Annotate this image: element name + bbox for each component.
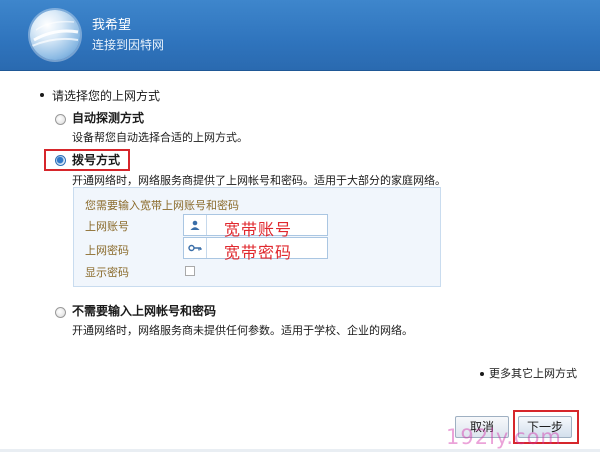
account-label: 上网账号 — [85, 220, 129, 233]
password-value: 宽带密码 — [224, 243, 293, 262]
globe-icon — [30, 10, 80, 60]
option-dialup-label[interactable]: 拨号方式 — [72, 151, 120, 168]
header-title: 我希望 — [92, 18, 132, 33]
option-no-credentials-description: 开通网络时，网络服务商未提供任何参数。适用于学校、企业的网络。 — [72, 324, 413, 337]
more-methods-link[interactable]: 更多其它上网方式 — [480, 365, 577, 381]
dialup-panel-title: 您需要输入宽带上网账号和密码 — [85, 199, 239, 212]
option-auto-detect-label[interactable]: 自动探测方式 — [72, 109, 144, 126]
header-subtitle: 连接到因特网 — [92, 38, 165, 52]
section-title: 请选择您的上网方式 — [52, 89, 161, 103]
next-button[interactable]: 下一步 — [518, 416, 572, 438]
user-icon — [184, 215, 207, 235]
header-banner: 我希望 连接到因特网 — [0, 0, 600, 71]
option-auto-detect-description: 设备帮您自动选择合适的上网方式。 — [72, 131, 248, 144]
show-password-label: 显示密码 — [85, 266, 129, 279]
show-password-checkbox[interactable] — [185, 266, 195, 276]
radio-auto-detect[interactable] — [55, 114, 66, 125]
option-dialup-description: 开通网络时，网络服务商提供了上网帐号和密码。适用于大部分的家庭网络。 — [72, 174, 446, 187]
option-no-credentials-label[interactable]: 不需要输入上网帐号和密码 — [72, 302, 216, 319]
password-input[interactable]: 宽带密码 — [183, 237, 328, 262]
key-icon — [184, 238, 207, 258]
radio-no-credentials[interactable] — [55, 307, 66, 318]
account-input[interactable]: 宽带账号 — [183, 214, 328, 239]
radio-dialup[interactable] — [55, 155, 66, 166]
cancel-button[interactable]: 取消 — [455, 416, 509, 438]
password-label: 上网密码 — [85, 244, 129, 257]
more-link-bullet — [480, 372, 484, 376]
more-methods-link-text: 更多其它上网方式 — [489, 367, 577, 380]
